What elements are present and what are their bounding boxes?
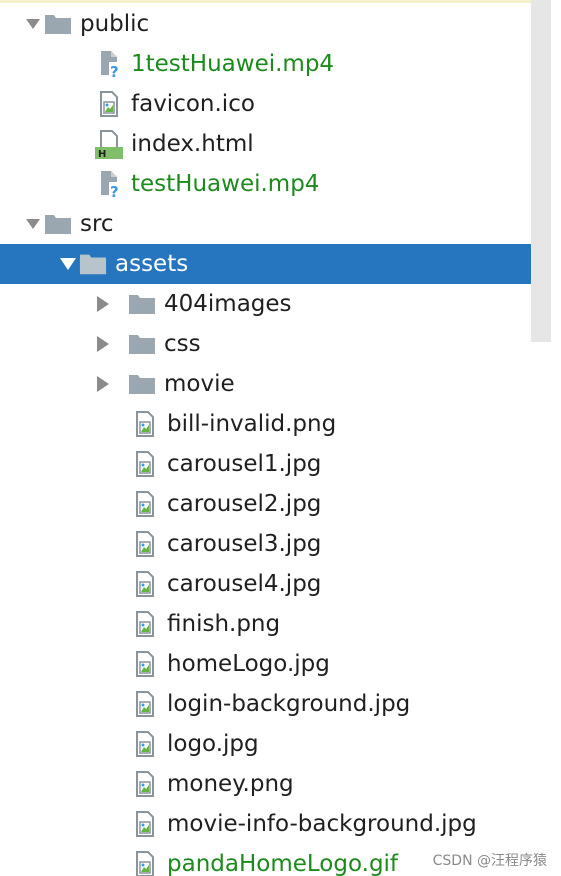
image-file-icon [131, 724, 159, 764]
tree-row-src[interactable]: src [0, 204, 561, 244]
tree-row-homelogo-jpg[interactable]: homeLogo.jpg [0, 644, 561, 684]
tree-row-logo-jpg[interactable]: logo.jpg [0, 724, 561, 764]
tree-row-label: carousel3.jpg [167, 531, 322, 557]
tree-row-movie[interactable]: movie [0, 364, 561, 404]
unknown-file-icon: ? [95, 44, 123, 84]
tree-row-carousel3-jpg[interactable]: carousel3.jpg [0, 524, 561, 564]
top-highlight-line [0, 0, 551, 3]
tree-row-bill-invalid-png[interactable]: bill-invalid.png [0, 404, 561, 444]
svg-text:?: ? [110, 183, 119, 198]
chevron-down-icon[interactable] [22, 204, 44, 244]
project-file-tree: public ? 1testHuawei.mp4 favicon.ico H i… [0, 0, 561, 876]
image-file-icon [131, 684, 159, 724]
svg-text:?: ? [110, 63, 119, 78]
image-file-icon [131, 484, 159, 524]
tree-row-carousel4-jpg[interactable]: carousel4.jpg [0, 564, 561, 604]
tree-row-label: assets [115, 251, 189, 277]
image-file-icon [131, 604, 159, 644]
image-file-icon [131, 804, 159, 844]
image-file-icon [131, 404, 159, 444]
tree-row-label: index.html [131, 131, 254, 157]
tree-row-label: src [80, 211, 114, 237]
image-file-icon [131, 564, 159, 604]
folder-icon [128, 364, 156, 404]
tree-row-label: logo.jpg [167, 731, 259, 757]
tree-row-favicon-ico[interactable]: favicon.ico [0, 84, 561, 124]
tree-row-404images[interactable]: 404images [0, 284, 561, 324]
tree-row-label: carousel2.jpg [167, 491, 322, 517]
tree-row-label: css [164, 331, 201, 357]
tree-row-label: 404images [164, 291, 292, 317]
tree-row-label: homeLogo.jpg [167, 651, 330, 677]
tree-row-css[interactable]: css [0, 324, 561, 364]
tree-row-label: favicon.ico [131, 91, 255, 117]
tree-row-public[interactable]: public [0, 4, 561, 44]
html-file-icon: H [95, 124, 123, 164]
tree-row-label: pandaHomeLogo.gif [167, 851, 399, 876]
tree-row-label: login-background.jpg [167, 691, 411, 717]
vertical-scrollbar-thumb[interactable] [531, 0, 551, 342]
image-file-icon [131, 764, 159, 804]
folder-icon [44, 4, 72, 44]
image-file-icon [95, 84, 123, 124]
tree-row-money-png[interactable]: money.png [0, 764, 561, 804]
vertical-scrollbar-track[interactable] [551, 0, 561, 876]
folder-icon [79, 244, 107, 284]
tree-row-testhuawei-mp4[interactable]: ? testHuawei.mp4 [0, 164, 561, 204]
unknown-file-icon: ? [95, 164, 123, 204]
chevron-down-icon[interactable] [57, 244, 79, 284]
tree-row-label: carousel4.jpg [167, 571, 322, 597]
chevron-down-icon[interactable] [22, 4, 44, 44]
tree-row-carousel2-jpg[interactable]: carousel2.jpg [0, 484, 561, 524]
csdn-watermark: CSDN @汪程序猿 [432, 853, 547, 869]
image-file-icon [131, 644, 159, 684]
tree-row-label: money.png [167, 771, 294, 797]
tree-row-assets[interactable]: assets [0, 244, 561, 284]
tree-row-label: testHuawei.mp4 [131, 171, 320, 197]
tree-row-label: bill-invalid.png [167, 411, 337, 437]
folder-icon [128, 324, 156, 364]
folder-icon [44, 204, 72, 244]
tree-row-login-background-jpg[interactable]: login-background.jpg [0, 684, 561, 724]
tree-row-label: movie-info-background.jpg [167, 811, 477, 837]
chevron-right-icon[interactable] [92, 364, 114, 404]
tree-row-index-html[interactable]: H index.html [0, 124, 561, 164]
chevron-right-icon[interactable] [92, 324, 114, 364]
tree-row-label: finish.png [167, 611, 281, 637]
svg-text:H: H [98, 149, 106, 159]
image-file-icon [131, 444, 159, 484]
tree-row-label: 1testHuawei.mp4 [131, 51, 335, 77]
tree-row-label: carousel1.jpg [167, 451, 322, 477]
folder-icon [128, 284, 156, 324]
chevron-right-icon[interactable] [92, 284, 114, 324]
image-file-icon [131, 524, 159, 564]
tree-row-carousel1-jpg[interactable]: carousel1.jpg [0, 444, 561, 484]
tree-row-1testhuawei-mp4[interactable]: ? 1testHuawei.mp4 [0, 44, 561, 84]
tree-row-finish-png[interactable]: finish.png [0, 604, 561, 644]
tree-row-label: public [80, 11, 150, 37]
tree-row-movie-info-background-jpg[interactable]: movie-info-background.jpg [0, 804, 561, 844]
image-file-icon [131, 844, 159, 876]
tree-row-label: movie [164, 371, 235, 397]
